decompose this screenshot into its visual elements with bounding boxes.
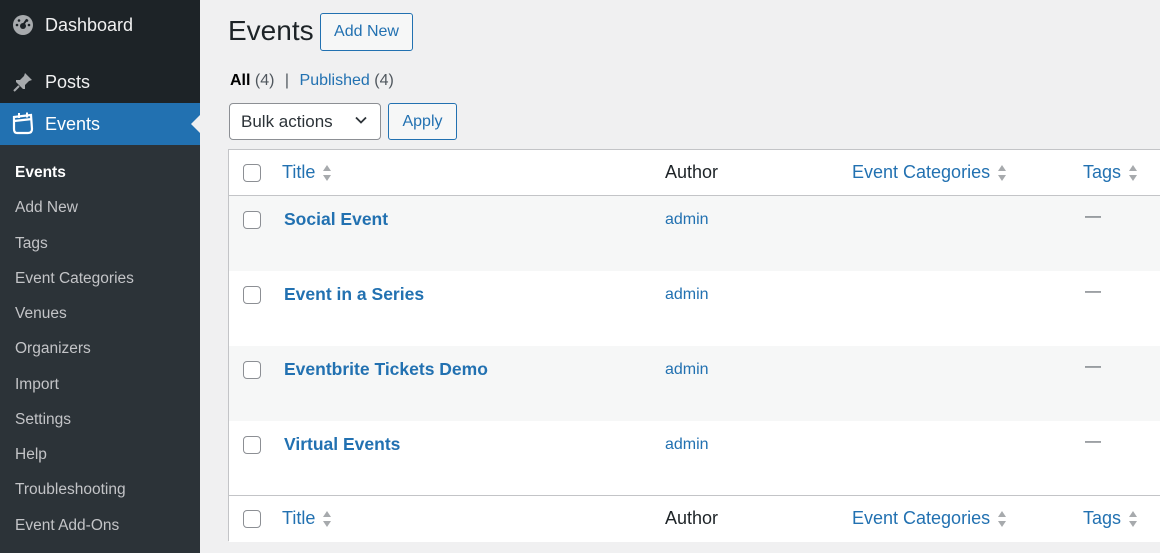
column-categories-label: Event Categories: [852, 162, 991, 182]
status-filters: All (4) | Published (4): [230, 72, 394, 90]
column-title-footer[interactable]: Title: [282, 508, 332, 529]
event-author-link[interactable]: admin: [665, 211, 709, 229]
column-author-footer: Author: [665, 508, 719, 528]
filter-separator: |: [284, 72, 290, 89]
submenu-tags[interactable]: Tags: [15, 235, 48, 253]
column-tags-label: Tags: [1083, 508, 1122, 528]
table-header: Title Author Event Categories Tags: [229, 150, 1160, 196]
table-row: Eventbrite Tickets Demo admin —: [229, 346, 1160, 421]
column-title-header[interactable]: Title: [282, 162, 332, 183]
event-tags: —: [1085, 433, 1101, 450]
submenu-settings[interactable]: Settings: [15, 411, 71, 429]
sort-icon: [1129, 164, 1138, 181]
select-all-checkbox-footer[interactable]: [243, 510, 261, 528]
submenu-troubleshooting[interactable]: Troubleshooting: [15, 481, 126, 499]
select-all-checkbox[interactable]: [243, 164, 261, 182]
calendar-icon: [11, 112, 35, 136]
pin-icon: [11, 70, 35, 94]
filter-all-count: (4): [254, 72, 275, 89]
menu-dashboard[interactable]: Dashboard: [0, 4, 200, 46]
submenu-events[interactable]: Events: [15, 164, 66, 182]
submenu-event-categories[interactable]: Event Categories: [15, 270, 134, 288]
menu-dashboard-label: Dashboard: [45, 14, 134, 35]
filter-published[interactable]: Published: [300, 72, 370, 89]
menu-posts[interactable]: Posts: [0, 61, 200, 103]
column-title-label: Title: [282, 508, 316, 528]
column-categories-header[interactable]: Event Categories: [852, 162, 1007, 183]
sort-icon: [323, 510, 332, 527]
column-author-header: Author: [665, 162, 719, 182]
filter-all[interactable]: All: [230, 72, 250, 89]
main-content: Events Add New All (4) | Published (4) B…: [200, 0, 1160, 553]
sort-icon: [1129, 510, 1138, 527]
menu-events[interactable]: Events: [0, 103, 200, 145]
current-menu-arrow: [191, 115, 200, 133]
event-title-link[interactable]: Eventbrite Tickets Demo: [284, 359, 488, 380]
apply-button[interactable]: Apply: [388, 103, 457, 140]
event-tags: —: [1085, 358, 1101, 375]
submenu-import[interactable]: Import: [15, 376, 59, 394]
row-checkbox[interactable]: [243, 211, 261, 229]
sort-icon: [998, 164, 1007, 181]
event-title-link[interactable]: Virtual Events: [284, 434, 400, 455]
column-tags-header[interactable]: Tags: [1083, 162, 1138, 183]
row-checkbox[interactable]: [243, 436, 261, 454]
column-categories-label: Event Categories: [852, 508, 991, 528]
submenu-event-add-ons[interactable]: Event Add-Ons: [15, 517, 119, 535]
column-title-label: Title: [282, 162, 316, 182]
bulk-actions-select[interactable]: Bulk actions: [229, 103, 381, 140]
add-new-button[interactable]: Add New: [320, 13, 413, 51]
column-tags-footer[interactable]: Tags: [1083, 508, 1138, 529]
submenu-venues[interactable]: Venues: [15, 305, 67, 323]
table-row: Social Event admin —: [229, 196, 1160, 271]
filter-published-count: (4): [374, 72, 394, 89]
event-author-link[interactable]: admin: [665, 286, 709, 304]
menu-events-label: Events: [45, 113, 101, 134]
event-title-link[interactable]: Social Event: [284, 209, 388, 230]
submenu-organizers[interactable]: Organizers: [15, 340, 91, 358]
events-table: Title Author Event Categories Tags Socia…: [228, 149, 1160, 542]
event-title-link[interactable]: Event in a Series: [284, 284, 424, 305]
sort-icon: [998, 510, 1007, 527]
table-row: Virtual Events admin —: [229, 421, 1160, 495]
event-tags: —: [1085, 208, 1101, 225]
event-tags: —: [1085, 283, 1101, 300]
dashboard-icon: [11, 13, 35, 37]
sort-icon: [323, 164, 332, 181]
row-checkbox[interactable]: [243, 361, 261, 379]
submenu-help[interactable]: Help: [15, 446, 47, 464]
menu-posts-label: Posts: [45, 71, 91, 92]
event-author-link[interactable]: admin: [665, 361, 709, 379]
table-footer: Title Author Event Categories Tags: [229, 495, 1160, 542]
column-tags-label: Tags: [1083, 162, 1122, 182]
chevron-down-icon: [355, 116, 367, 124]
page-title: Events: [228, 15, 314, 46]
table-row: Event in a Series admin —: [229, 271, 1160, 346]
event-author-link[interactable]: admin: [665, 436, 709, 454]
column-categories-footer[interactable]: Event Categories: [852, 508, 1007, 529]
events-submenu: Events Add New Tags Event Categories Ven…: [0, 145, 200, 553]
submenu-add-new[interactable]: Add New: [15, 199, 78, 217]
bulk-actions-value: Bulk actions: [241, 111, 333, 131]
admin-sidebar: Dashboard Posts Events Events Add New Ta…: [0, 0, 200, 553]
row-checkbox[interactable]: [243, 286, 261, 304]
